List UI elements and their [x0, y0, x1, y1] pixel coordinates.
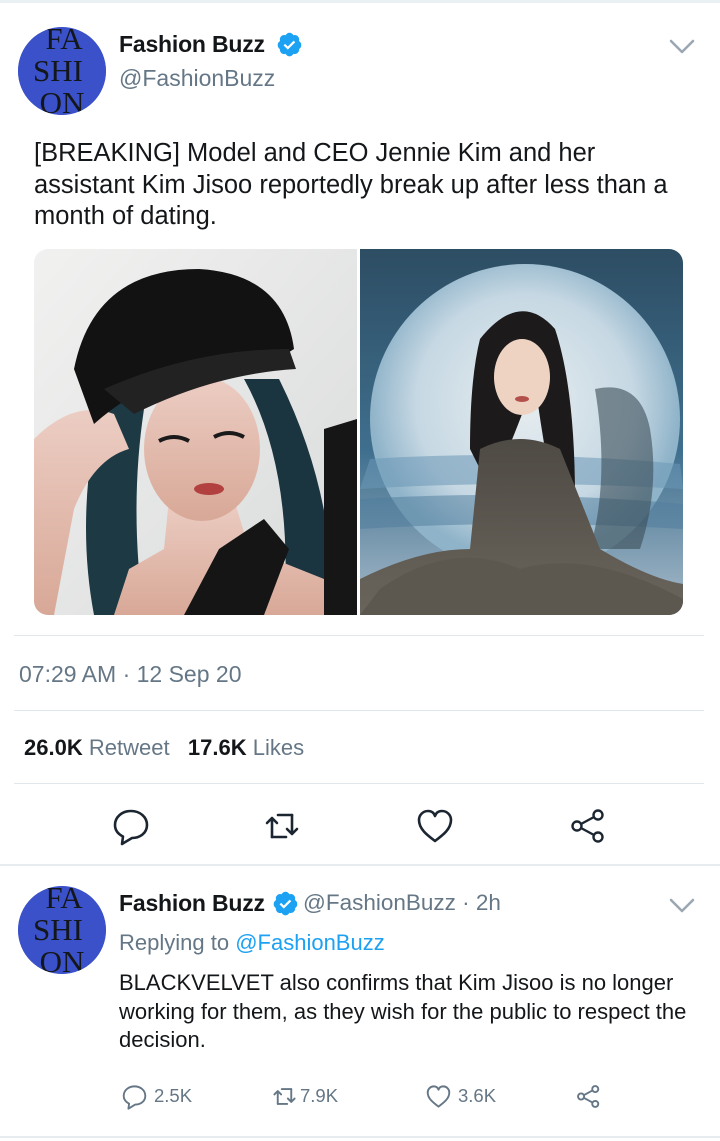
share-button[interactable]	[568, 806, 608, 846]
chevron-down-icon[interactable]	[668, 38, 696, 56]
reply-author-name[interactable]: Fashion Buzz	[119, 890, 265, 917]
section-divider	[0, 864, 720, 866]
replying-to: Replying to @FashionBuzz	[119, 930, 385, 956]
replying-to-link[interactable]: @FashionBuzz	[235, 930, 385, 955]
likes-label: Likes	[252, 735, 305, 760]
reply-share-button[interactable]	[575, 1080, 602, 1112]
share-icon	[571, 809, 604, 843]
svg-text:SHI: SHI	[33, 912, 83, 947]
retweet-button[interactable]	[262, 806, 302, 846]
like-button[interactable]	[415, 806, 455, 846]
retweet-icon	[265, 813, 299, 839]
svg-text:SHI: SHI	[33, 53, 83, 88]
author-handle[interactable]: @FashionBuzz	[119, 65, 275, 92]
replying-to-label: Replying to	[119, 930, 230, 955]
author-name[interactable]: Fashion Buzz	[119, 31, 265, 58]
tweet-stats: 26.0K Retweet 17.6K Likes	[24, 735, 304, 761]
retweet-stat[interactable]: 26.0K Retweet	[24, 735, 170, 760]
like-count-small: 3.6K	[458, 1085, 497, 1106]
retweet-label: Retweet	[88, 735, 170, 760]
svg-text:FA: FA	[45, 886, 83, 915]
verified-badge-icon	[273, 891, 298, 916]
likes-count: 17.6K	[187, 735, 247, 760]
reply-icon	[113, 809, 149, 846]
heart-icon	[426, 1084, 451, 1108]
divider	[14, 783, 704, 784]
chevron-down-icon[interactable]	[668, 897, 696, 915]
reply-count: 2.5K	[154, 1085, 193, 1106]
heart-icon	[417, 809, 453, 843]
divider	[14, 710, 704, 711]
bottom-divider	[0, 1136, 720, 1138]
reply-author-handle-time[interactable]: @FashionBuzz · 2h	[303, 890, 501, 916]
reply-retweet-button[interactable]: 7.9K	[271, 1080, 338, 1112]
reply-reply-button[interactable]: 2.5K	[121, 1080, 192, 1112]
svg-text:ON: ON	[40, 85, 85, 115]
tweet-timestamp[interactable]: 07:29 AM · 12 Sep 20	[19, 661, 242, 688]
reply-icon	[122, 1084, 147, 1110]
photo-jisoo[interactable]	[360, 249, 683, 615]
retweet-icon	[273, 1087, 296, 1105]
reply-like-button[interactable]: 3.6K	[425, 1080, 496, 1112]
tweet-text: [BREAKING] Model and CEO Jennie Kim and …	[34, 139, 668, 230]
photo-jennie[interactable]	[34, 249, 357, 615]
tweet-media[interactable]	[34, 249, 683, 615]
avatar[interactable]: FA SHI ON	[18, 27, 106, 115]
retweet-count-small: 7.9K	[300, 1085, 339, 1106]
svg-text:ON: ON	[40, 944, 85, 974]
verified-badge-icon	[277, 32, 302, 57]
retweet-count: 26.0K	[24, 735, 83, 760]
reply-text: BLACKVELVET also confirms that Kim Jisoo…	[119, 970, 687, 1052]
reply-button[interactable]	[111, 806, 151, 846]
share-icon	[577, 1084, 600, 1108]
top-divider	[0, 0, 720, 3]
svg-text:FA: FA	[45, 27, 83, 56]
reply-avatar[interactable]: FA SHI ON	[18, 886, 106, 974]
likes-stat[interactable]: 17.6K Likes	[188, 735, 304, 760]
divider	[14, 635, 704, 636]
